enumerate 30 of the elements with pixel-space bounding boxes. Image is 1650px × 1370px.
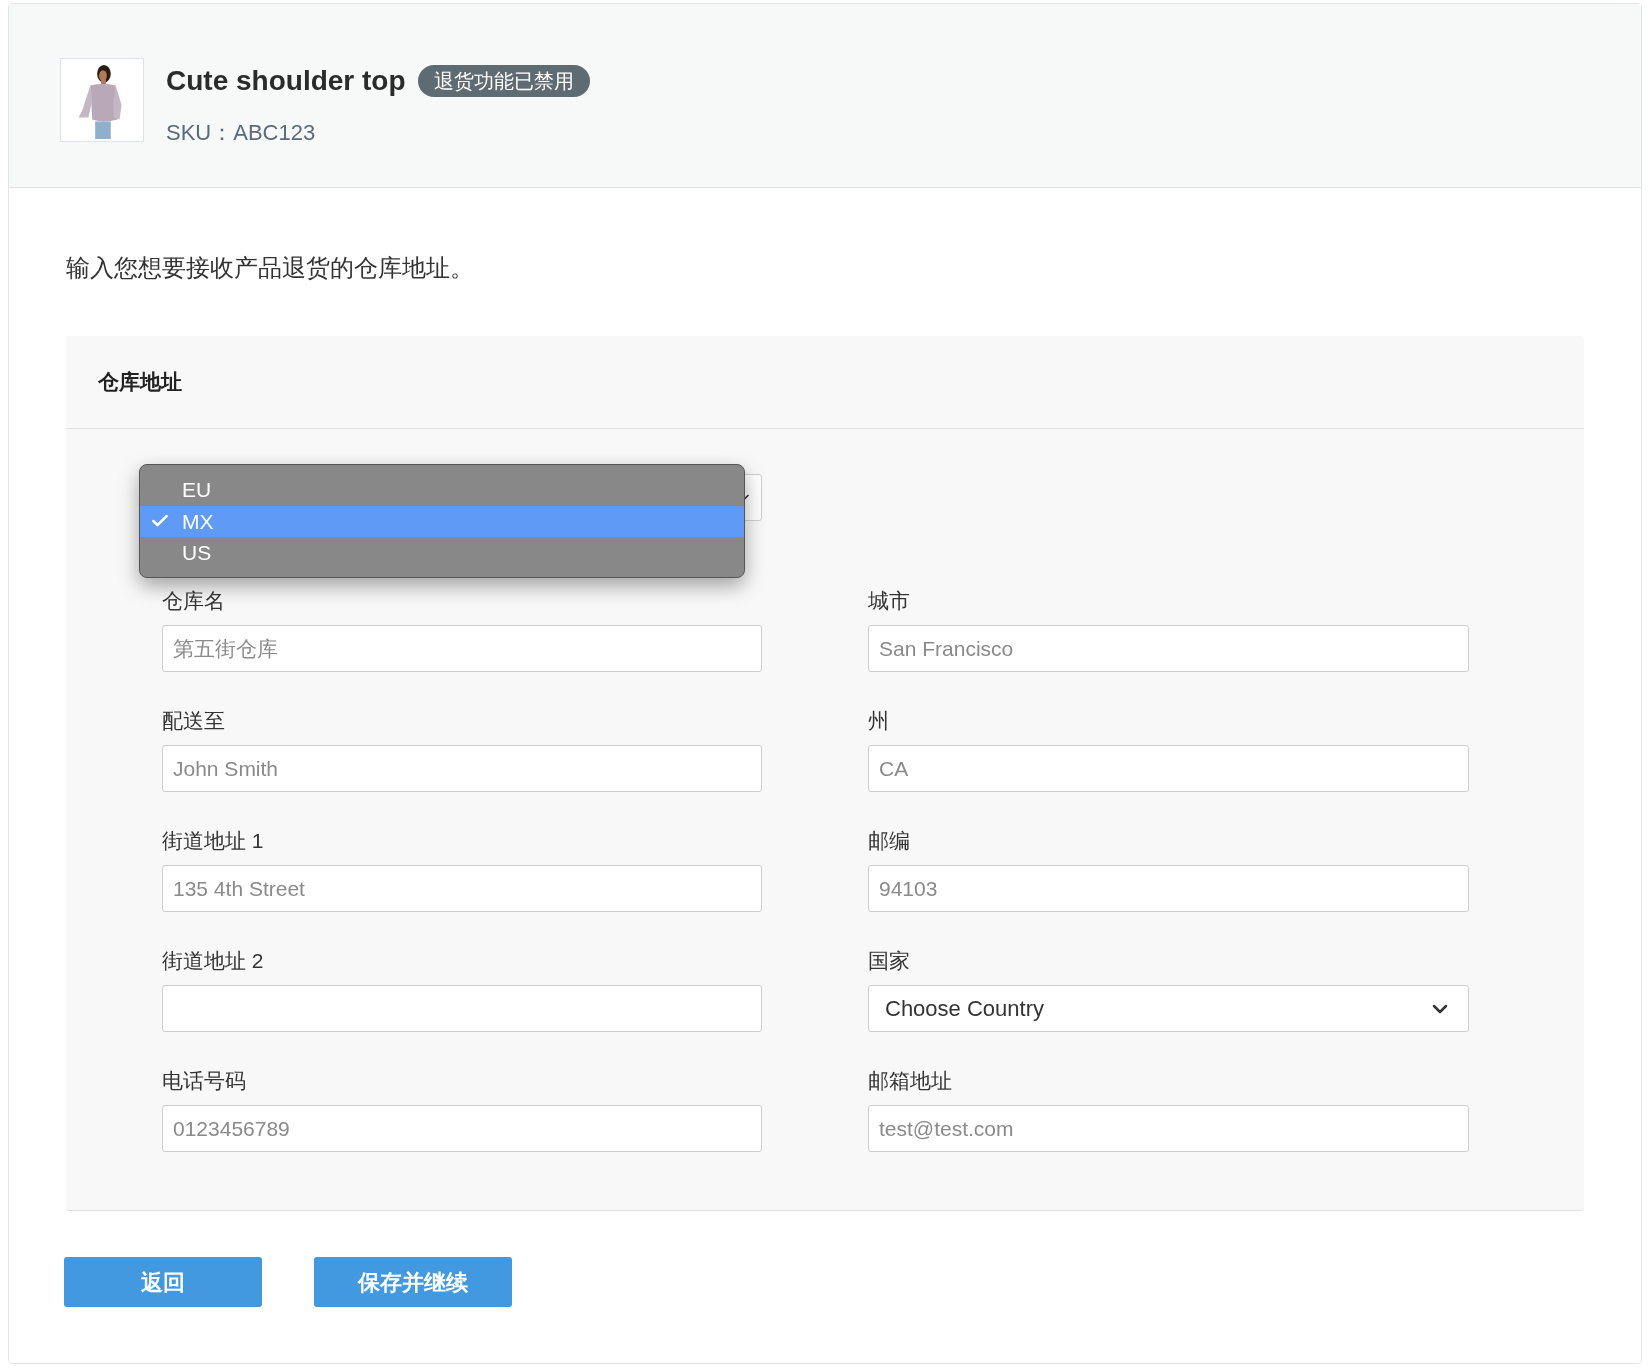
- field-label: 邮箱地址: [868, 1068, 953, 1094]
- country-select[interactable]: Choose Country: [868, 985, 1469, 1032]
- sku-text: SKU：ABC123: [166, 119, 317, 147]
- field-label: 城市: [868, 588, 911, 614]
- product-title: Cute shoulder top: [166, 64, 406, 98]
- field-label: 邮编: [868, 828, 911, 854]
- status-badge: 退货功能已禁用: [417, 65, 590, 97]
- text-field[interactable]: 0123456789: [162, 1105, 762, 1152]
- field-label: 街道地址 2: [162, 948, 265, 974]
- panel-title: 仓库地址: [98, 369, 182, 396]
- text-field[interactable]: John Smith: [162, 745, 762, 792]
- instruction-text: 输入您想要接收产品退货的仓库地址。: [66, 253, 475, 283]
- field-label: 州: [868, 708, 890, 734]
- action-button[interactable]: 保存并继续: [314, 1257, 512, 1307]
- field-label: 街道地址 1: [162, 828, 265, 854]
- field-label: 配送至: [162, 708, 226, 734]
- text-field[interactable]: San Francisco: [868, 625, 1469, 672]
- dropdown-option[interactable]: EU: [140, 474, 744, 506]
- field-label: 国家: [868, 948, 911, 974]
- action-button[interactable]: 返回: [64, 1257, 262, 1307]
- dropdown-option[interactable]: US: [140, 537, 744, 569]
- field-label: 电话号码: [162, 1068, 247, 1094]
- text-field[interactable]: 135 4th Street: [162, 865, 762, 912]
- text-field[interactable]: 94103: [868, 865, 1469, 912]
- field-label: 仓库名: [162, 588, 226, 614]
- text-field[interactable]: 第五街仓库: [162, 625, 762, 672]
- text-field[interactable]: [162, 985, 762, 1032]
- text-field[interactable]: CA: [868, 745, 1469, 792]
- text-field[interactable]: test@test.com: [868, 1105, 1469, 1152]
- dropdown-option[interactable]: MX: [140, 505, 744, 537]
